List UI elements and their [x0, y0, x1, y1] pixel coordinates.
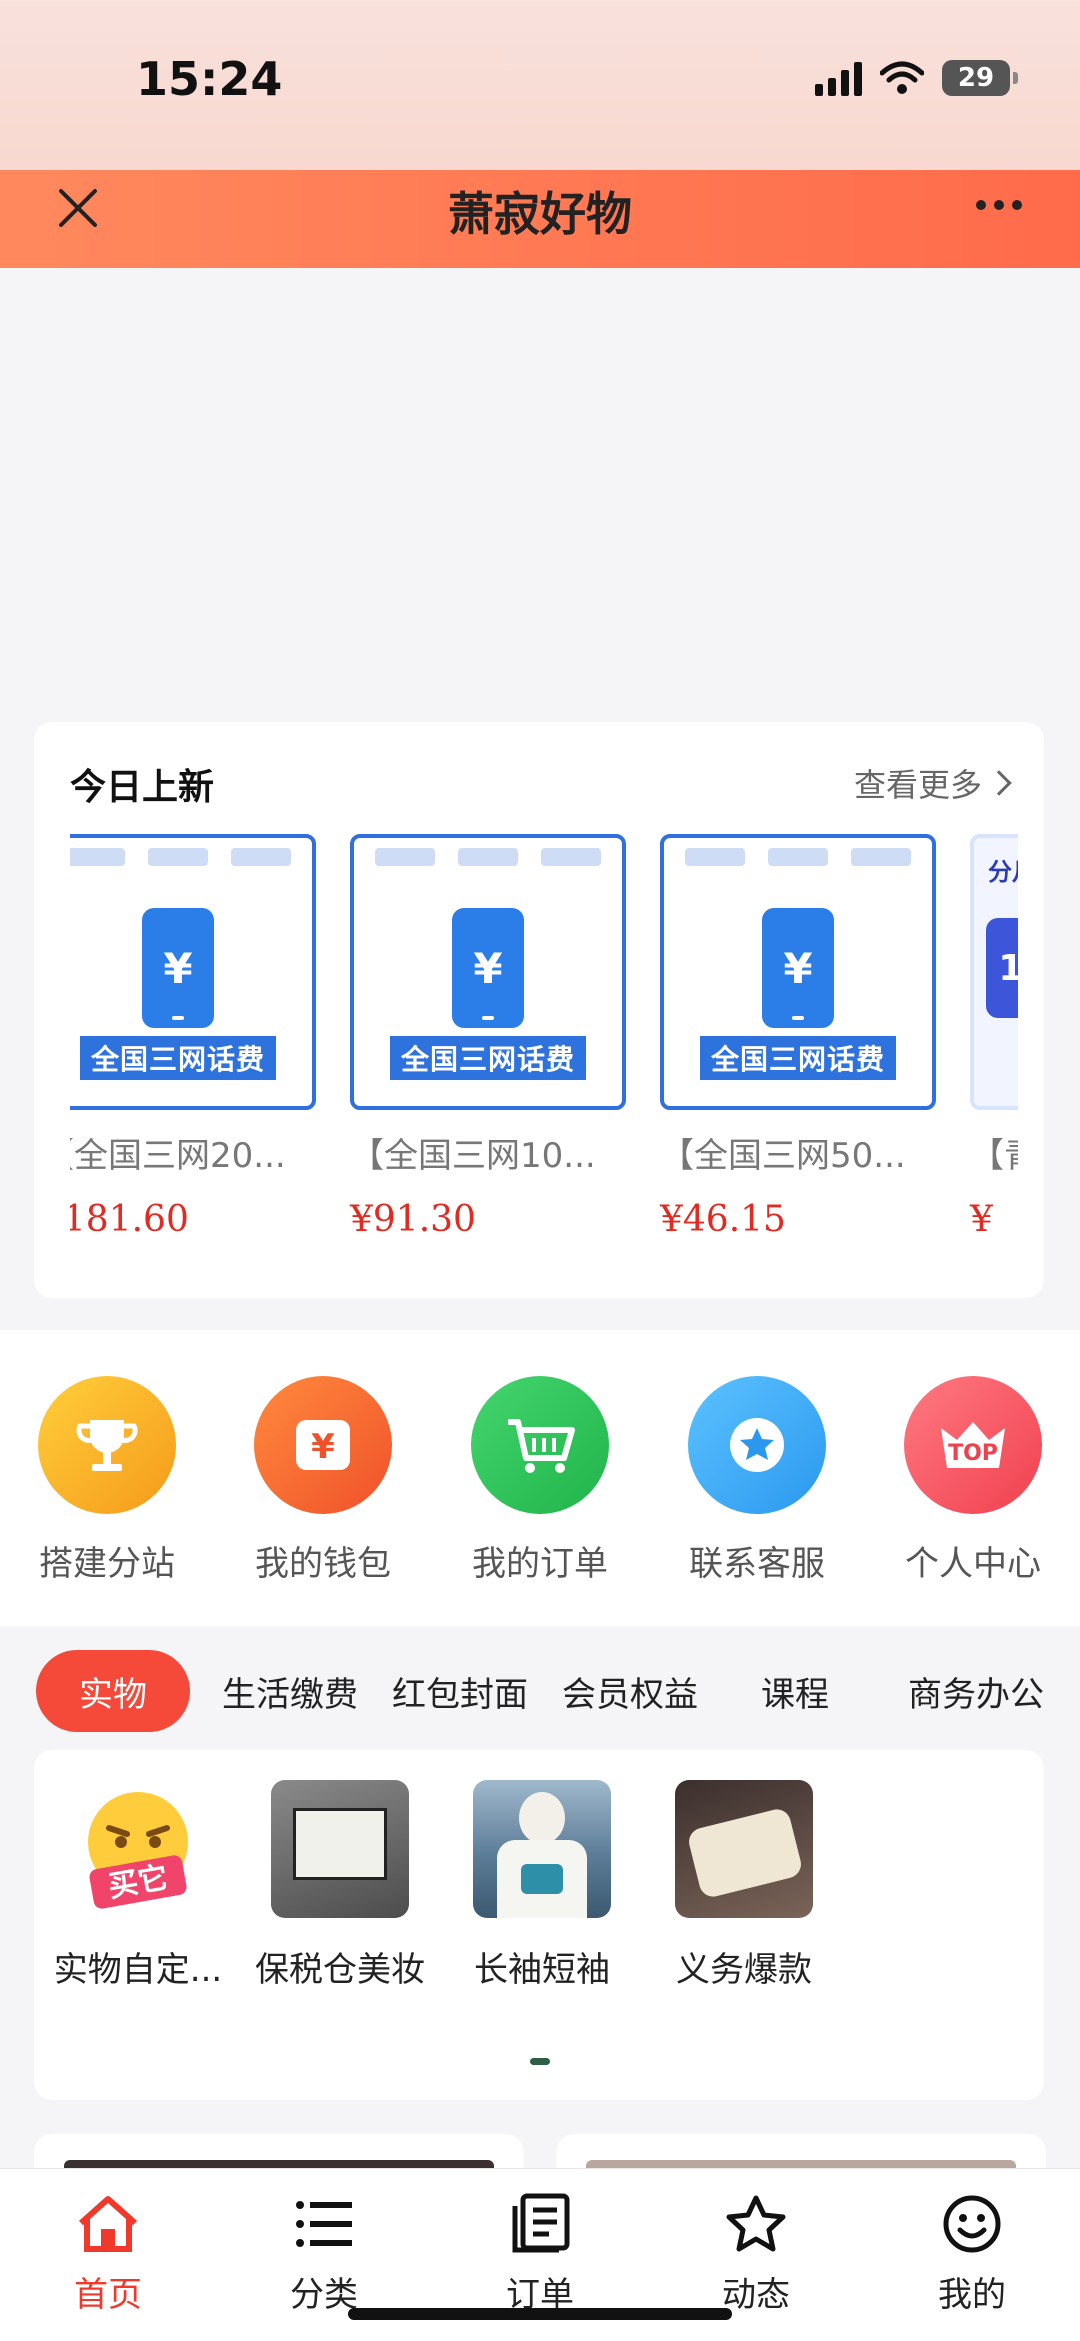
wifi-icon	[880, 61, 924, 94]
quick-item-build-site[interactable]: 搭建分站	[17, 1376, 197, 1585]
product-image: ¥ 全国三网话费	[660, 834, 936, 1110]
svg-text:TOP: TOP	[948, 1441, 998, 1466]
subcategory-item[interactable]: 买它 实物自定...	[48, 1780, 228, 1991]
tab-business[interactable]: 商务办公	[886, 1650, 1066, 1732]
quick-item-profile[interactable]: TOP 个人中心	[883, 1376, 1063, 1585]
svg-text:¥: ¥	[311, 1427, 335, 1467]
category-tabs: 实物 生活缴费 红包封面 会员权益 课程 商务办公	[0, 1650, 1080, 1732]
tabbar-home[interactable]: 首页	[38, 2189, 178, 2316]
today-new-card: 今日上新 查看更多 ¥ 全国三网话费 【全国三网20... ¥181.60 ¥ …	[34, 722, 1044, 1298]
cosmetics-thumbnail	[271, 1780, 409, 1918]
product-price: ¥181.60	[70, 1199, 189, 1240]
wallet-icon: ¥	[254, 1376, 392, 1514]
product-card[interactable]: 分月 120 【青 ¥	[970, 834, 1018, 1240]
product-name: 【全国三网10...	[350, 1136, 596, 1176]
home-icon	[38, 2189, 178, 2259]
tabbar-mine[interactable]: 我的	[902, 2189, 1042, 2316]
tab-membership[interactable]: 会员权益	[550, 1650, 710, 1732]
product-carousel[interactable]: ¥ 全国三网话费 【全国三网20... ¥181.60 ¥ 全国三网话费 【全国…	[70, 834, 1018, 1264]
quick-item-wallet[interactable]: ¥ 我的钱包	[233, 1376, 413, 1585]
tabbar-orders[interactable]: 订单	[470, 2189, 610, 2316]
product-card[interactable]: ¥ 全国三网话费 【全国三网20... ¥181.60	[70, 834, 316, 1240]
tab-courses[interactable]: 课程	[730, 1650, 860, 1732]
phone-yuan-icon: ¥	[762, 908, 834, 1028]
section-title: 今日上新	[70, 767, 215, 808]
product-price: ¥91.30	[350, 1199, 476, 1240]
product-card[interactable]: ¥ 全国三网话费 【全国三网10... ¥91.30	[350, 834, 626, 1240]
bag-thumbnail	[675, 1780, 813, 1918]
tab-life-payment[interactable]: 生活缴费	[210, 1650, 370, 1732]
order-icon	[470, 2189, 610, 2259]
page-title: 萧寂好物	[448, 187, 632, 241]
product-card[interactable]: ¥ 全国三网话费 【全国三网50... ¥46.15	[660, 834, 936, 1240]
tab-red-envelope[interactable]: 红包封面	[380, 1650, 540, 1732]
tabbar-moments[interactable]: 动态	[686, 2189, 826, 2316]
tab-physical[interactable]: 实物	[36, 1650, 190, 1732]
buy-it-emoji-icon: 买它	[69, 1780, 207, 1918]
product-name: 【全国三网20...	[70, 1136, 286, 1176]
battery-icon: 29	[942, 60, 1018, 96]
product-name: 【青	[970, 1136, 1018, 1176]
status-icons: 29	[815, 60, 1018, 96]
subcategory-item[interactable]: 长袖短袖	[452, 1780, 632, 1991]
smile-icon	[902, 2189, 1042, 2259]
home-indicator	[348, 2308, 732, 2320]
quick-item-orders[interactable]: 我的订单	[450, 1376, 630, 1585]
status-time: 15:24	[136, 52, 283, 106]
phone-yuan-icon: ¥	[142, 908, 214, 1028]
product-image: 分月 120	[970, 834, 1018, 1110]
view-more-label: 查看更多	[853, 766, 982, 804]
star-badge-icon	[688, 1376, 826, 1514]
chevron-right-icon	[986, 770, 1012, 796]
subcategory-card: 买它 实物自定... 保税仓美妆 长袖短袖 义务爆款	[34, 1750, 1044, 2100]
clothing-thumbnail	[473, 1780, 611, 1918]
trophy-icon	[38, 1376, 176, 1514]
subcategory-item[interactable]: 义务爆款	[654, 1780, 834, 1991]
page-indicator	[530, 2058, 550, 2065]
product-price: ¥	[970, 1199, 993, 1240]
product-image: ¥ 全国三网话费	[70, 834, 316, 1110]
cart-icon	[471, 1376, 609, 1514]
quick-menu: 搭建分站 ¥ 我的钱包 我的订单 联系客服 TOP 个人中心	[0, 1330, 1080, 1626]
product-price: ¥46.15	[660, 1199, 786, 1240]
quick-item-support[interactable]: 联系客服	[667, 1376, 847, 1585]
more-icon[interactable]	[976, 200, 1022, 210]
star-icon	[686, 2189, 826, 2259]
subcategory-item[interactable]: 保税仓美妆	[250, 1780, 430, 1991]
view-more-link[interactable]: 查看更多	[853, 760, 1012, 806]
top-crown-icon: TOP	[904, 1376, 1042, 1514]
product-image: ¥ 全国三网话费	[350, 834, 626, 1110]
tabbar-category[interactable]: 分类	[254, 2189, 394, 2316]
phone-yuan-icon: ¥	[452, 908, 524, 1028]
list-icon	[254, 2189, 394, 2259]
signal-icon	[815, 60, 862, 96]
product-name: 【全国三网50...	[660, 1136, 906, 1176]
